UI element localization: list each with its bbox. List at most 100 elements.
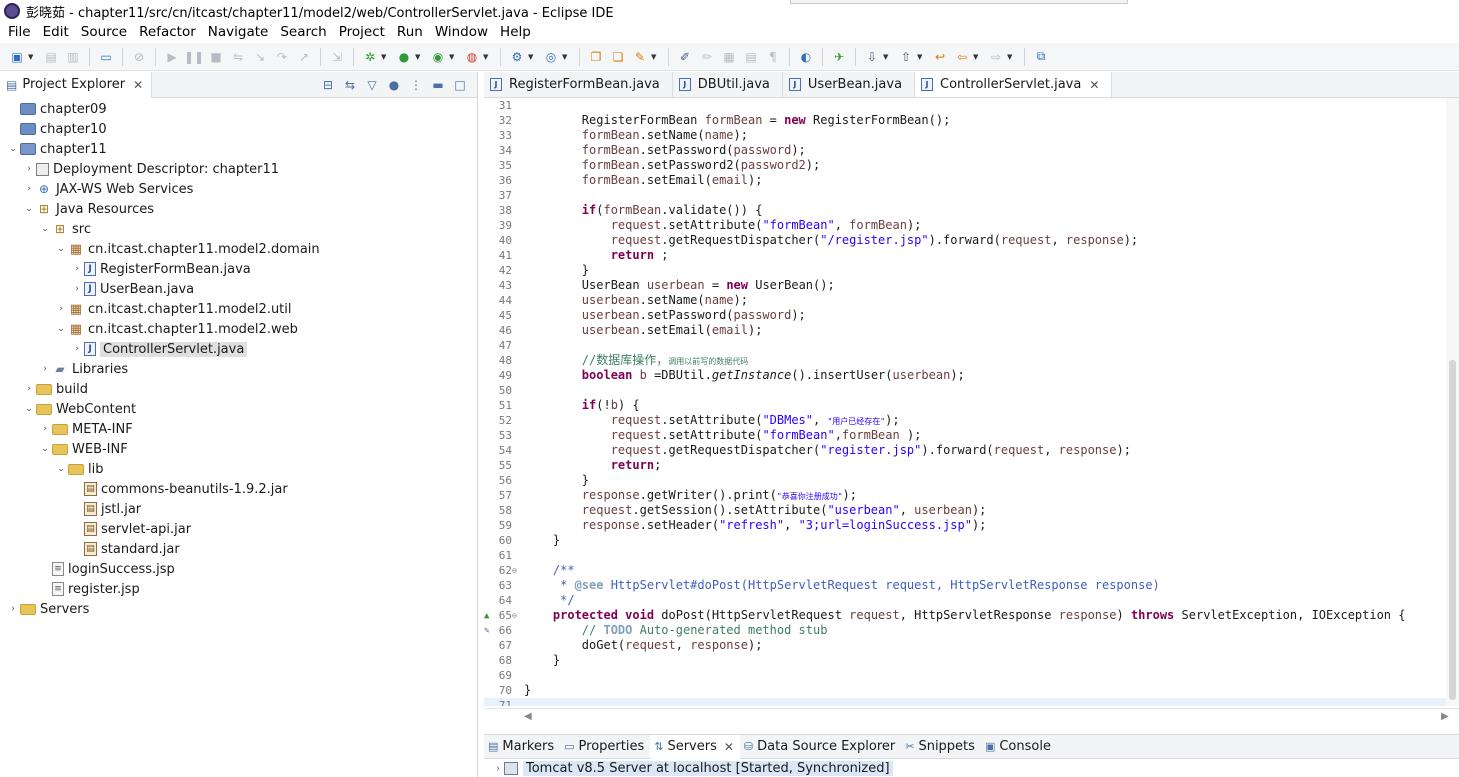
new-java-project-icon[interactable]: ⚙: [508, 48, 526, 66]
vertical-scrollbar[interactable]: [1446, 98, 1459, 706]
code-line[interactable]: 69: [484, 668, 1459, 683]
open-task-icon[interactable]: ❏: [609, 48, 627, 66]
code-line[interactable]: 34 formBean.setPassword(password);: [484, 143, 1459, 158]
menu-run[interactable]: Run: [391, 24, 429, 40]
tree-item[interactable]: chapter10: [0, 119, 477, 139]
link-with-editor-icon[interactable]: ⇆: [341, 76, 359, 94]
tree-item[interactable]: ⌄ lib: [0, 459, 477, 479]
code-line[interactable]: 52 request.setAttribute("DBMes", "用户已经存在…: [484, 413, 1459, 428]
focus-on-active-task-icon[interactable]: ●: [385, 76, 403, 94]
menu-source[interactable]: Source: [75, 24, 133, 40]
save-all-icon[interactable]: ▥: [64, 48, 82, 66]
tree-item[interactable]: › Servers: [0, 599, 477, 619]
server-entry[interactable]: › Tomcat v8.5 Server at localhost [Start…: [484, 759, 1459, 777]
code-line[interactable]: 70}: [484, 683, 1459, 698]
new-class-icon[interactable]: ◎: [542, 48, 560, 66]
horizontal-scrollbar[interactable]: ◀ ▶: [484, 708, 1459, 726]
menu-window[interactable]: Window: [429, 24, 494, 40]
bottom-tab[interactable]: ▣ Console: [981, 735, 1057, 759]
scrollbar-thumb[interactable]: [1449, 360, 1456, 700]
expanded-chevron-icon[interactable]: ⌄: [22, 204, 36, 214]
tree-item[interactable]: ▤ standard.jar: [0, 539, 477, 559]
code-line[interactable]: 38 if(formBean.validate()) {: [484, 203, 1459, 218]
pin-editor-icon[interactable]: ⧉: [1032, 48, 1050, 66]
menu-navigate[interactable]: Navigate: [202, 24, 275, 40]
debug-icon[interactable]: ✲: [361, 48, 379, 66]
skip-breakpoints-icon[interactable]: ⊘: [130, 48, 148, 66]
terminal-icon[interactable]: ▭: [97, 48, 115, 66]
code-line[interactable]: 35 formBean.setPassword2(password2);: [484, 158, 1459, 173]
code-line[interactable]: 43 UserBean userbean = new UserBean();: [484, 278, 1459, 293]
previous-annotation-icon[interactable]: ⇧: [897, 48, 915, 66]
view-menu-icon[interactable]: ⋮: [407, 76, 425, 94]
expanded-chevron-icon[interactable]: ⌄: [38, 224, 52, 234]
terminate-icon[interactable]: ■: [207, 48, 225, 66]
tree-item[interactable]: ▤ jstl.jar: [0, 499, 477, 519]
menu-help[interactable]: Help: [494, 24, 537, 40]
code-line[interactable]: 71: [484, 698, 1459, 706]
code-line[interactable]: 54 request.getRequestDispatcher("registe…: [484, 443, 1459, 458]
back-icon[interactable]: ⇦: [953, 48, 971, 66]
toggle-mark-occurrences-icon[interactable]: ✐: [676, 48, 694, 66]
close-icon[interactable]: ✕: [724, 740, 734, 754]
code-line[interactable]: 49 boolean b =DBUtil.getInstance().inser…: [484, 368, 1459, 383]
collapse-all-icon[interactable]: ⊟: [319, 76, 337, 94]
expanded-chevron-icon[interactable]: ⌄: [22, 404, 36, 414]
open-web-browser-icon[interactable]: ◐: [797, 48, 815, 66]
code-line[interactable]: 37: [484, 188, 1459, 203]
tree-item[interactable]: ⌄ ⊞ Java Resources: [0, 199, 477, 219]
step-into-icon[interactable]: ↘: [251, 48, 269, 66]
collapsed-chevron-icon[interactable]: ›: [38, 364, 52, 374]
disconnect-icon[interactable]: ⇋: [229, 48, 247, 66]
code-line[interactable]: 48 //数据库操作，调用以前写的数据代码: [484, 353, 1459, 368]
close-icon[interactable]: ✕: [1089, 78, 1099, 92]
menu-file[interactable]: File: [2, 24, 37, 40]
code-line[interactable]: 57 response.getWriter().print("恭喜你注册成功")…: [484, 488, 1459, 503]
toggle-block-selection-icon[interactable]: ▦: [720, 48, 738, 66]
code-area[interactable]: 31 32 RegisterFormBean formBean = new Reg…: [484, 98, 1459, 706]
menu-search[interactable]: Search: [274, 24, 332, 40]
run-dropdown-icon[interactable]: ▼: [415, 53, 423, 61]
search-icon[interactable]: ✎: [631, 48, 649, 66]
menu-refactor[interactable]: Refactor: [133, 24, 202, 40]
forward-icon[interactable]: ⇨: [987, 48, 1005, 66]
code-line[interactable]: 45 userbean.setPassword(password);: [484, 308, 1459, 323]
new-java-project-dropdown-icon[interactable]: ▼: [528, 53, 536, 61]
editor-tab[interactable]: J UserBean.java: [782, 72, 916, 97]
resume-icon[interactable]: ▶: [163, 48, 181, 66]
code-line[interactable]: 64 */: [484, 593, 1459, 608]
code-line[interactable]: 47: [484, 338, 1459, 353]
tree-item[interactable]: ⌄ ⊞ src: [0, 219, 477, 239]
code-line[interactable]: 41 return ;: [484, 248, 1459, 263]
bottom-tab[interactable]: ⇅ Servers ✕: [650, 734, 740, 759]
coverage-dropdown-icon[interactable]: ▼: [449, 53, 457, 61]
code-line[interactable]: 63 * @see HttpServlet#doPost(HttpServlet…: [484, 578, 1459, 593]
external-tools-icon[interactable]: ◍: [463, 48, 481, 66]
save-icon[interactable]: ▤: [42, 48, 60, 66]
tree-item[interactable]: ⌄ chapter11: [0, 139, 477, 159]
tree-item[interactable]: ≡ loginSuccess.jsp: [0, 559, 477, 579]
menu-project[interactable]: Project: [333, 24, 391, 40]
collapsed-chevron-icon[interactable]: ›: [6, 604, 20, 614]
code-line[interactable]: 56 }: [484, 473, 1459, 488]
back-dropdown-icon[interactable]: ▼: [973, 53, 981, 61]
tree-item[interactable]: › ▰ Libraries: [0, 359, 477, 379]
collapsed-chevron-icon[interactable]: ›: [22, 164, 36, 174]
editor-tab[interactable]: J RegisterFormBean.java: [484, 72, 673, 97]
expanded-chevron-icon[interactable]: ⌄: [54, 244, 68, 254]
tree-item[interactable]: ⌄ WEB-INF: [0, 439, 477, 459]
tree-item[interactable]: › J RegisterFormBean.java: [0, 259, 477, 279]
collapsed-chevron-icon[interactable]: ›: [70, 284, 84, 294]
code-line[interactable]: 31: [484, 98, 1459, 113]
menu-edit[interactable]: Edit: [37, 24, 75, 40]
code-line[interactable]: 55 return;: [484, 458, 1459, 473]
override-marker-icon[interactable]: ▲: [484, 609, 489, 624]
last-edit-location-icon[interactable]: ↩: [931, 48, 949, 66]
tree-item[interactable]: › build: [0, 379, 477, 399]
bottom-tab[interactable]: ⛁ Data Source Explorer: [740, 735, 901, 759]
next-annotation-dropdown-icon[interactable]: ▼: [883, 53, 891, 61]
run-on-server-icon[interactable]: ✈: [830, 48, 848, 66]
filter-icon[interactable]: ▽: [363, 76, 381, 94]
use-step-filters-icon[interactable]: ⇲: [328, 48, 346, 66]
tree-item[interactable]: › ⊕ JAX-WS Web Services: [0, 179, 477, 199]
